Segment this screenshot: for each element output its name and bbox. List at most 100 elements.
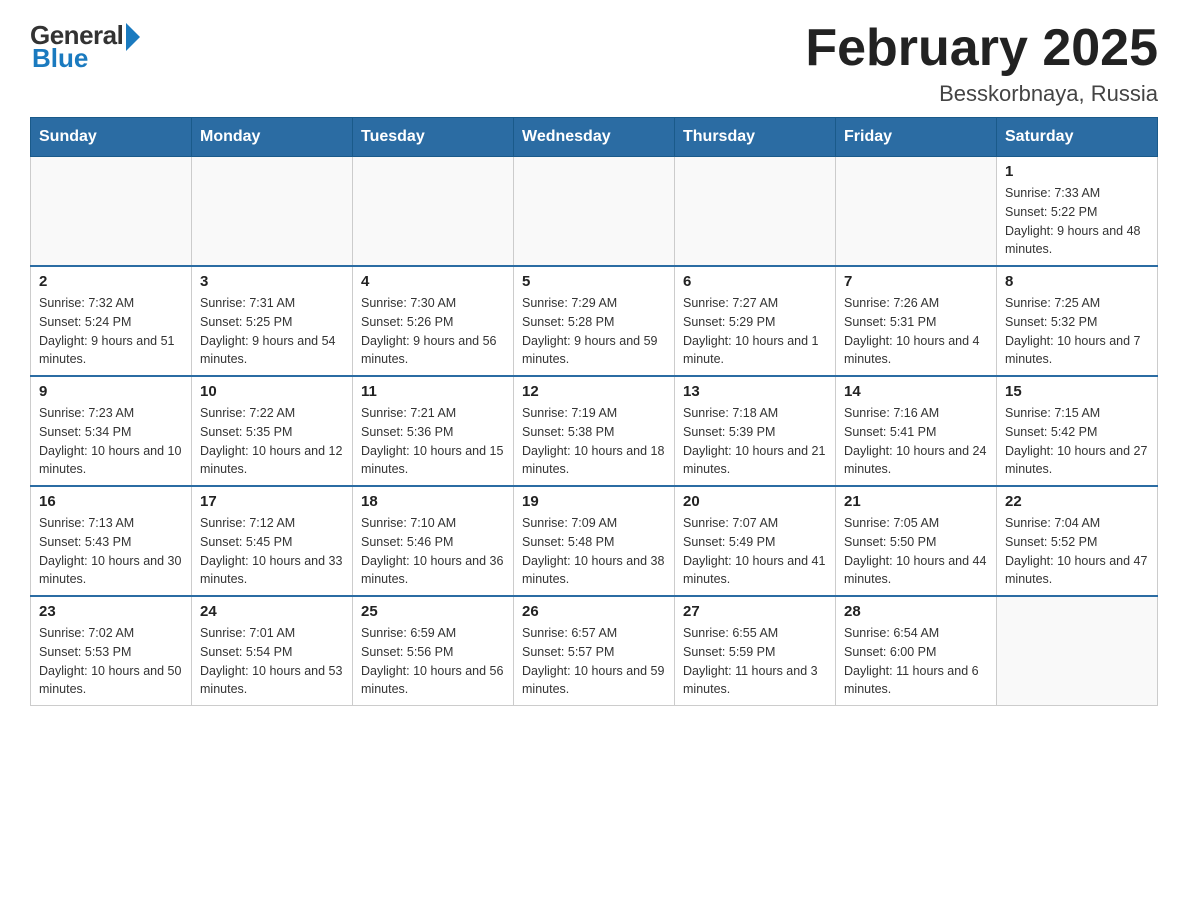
calendar-cell: 6Sunrise: 7:27 AMSunset: 5:29 PMDaylight… [675, 266, 836, 376]
calendar-cell [514, 157, 675, 267]
day-info: Sunrise: 7:10 AMSunset: 5:46 PMDaylight:… [361, 514, 505, 589]
day-info: Sunrise: 7:15 AMSunset: 5:42 PMDaylight:… [1005, 404, 1149, 479]
calendar-cell: 3 Sunrise: 7:31 AMSunset: 5:25 PMDaylight… [192, 266, 353, 376]
weekday-header-monday: Monday [192, 118, 353, 157]
calendar-cell: 28Sunrise: 6:54 AMSunset: 6:00 PMDayligh… [836, 596, 997, 706]
weekday-header-tuesday: Tuesday [353, 118, 514, 157]
calendar-cell: 18 Sunrise: 7:10 AMSunset: 5:46 PMDayligh… [353, 486, 514, 596]
day-info: Sunrise: 6:59 AMSunset: 5:56 PMDaylight:… [361, 624, 505, 699]
day-number: 10 [200, 383, 344, 400]
calendar-cell [31, 157, 192, 267]
day-info: Sunrise: 7:26 AMSunset: 5:31 PMDaylight:… [844, 294, 988, 369]
day-info: Sunrise: 7:33 AMSunset: 5:22 PMDaylight:… [1005, 184, 1149, 259]
day-number: 19 [522, 493, 666, 510]
day-number: 24 [200, 603, 344, 620]
title-block: February 2025 Besskorbnaya, Russia [805, 20, 1158, 107]
calendar-cell: 23 Sunrise: 7:02 AMSunset: 5:53 PMDayligh… [31, 596, 192, 706]
calendar-cell: 14 Sunrise: 7:16 AMSunset: 5:41 PMDayligh… [836, 376, 997, 486]
day-info: Sunrise: 7:04 AMSunset: 5:52 PMDaylight:… [1005, 514, 1149, 589]
day-number: 11 [361, 383, 505, 400]
day-info: Sunrise: 6:57 AMSunset: 5:57 PMDaylight:… [522, 624, 666, 699]
calendar-cell: 11 Sunrise: 7:21 AMSunset: 5:36 PMDayligh… [353, 376, 514, 486]
day-number: 27 [683, 603, 827, 620]
calendar-cell: 21 Sunrise: 7:05 AMSunset: 5:50 PMDayligh… [836, 486, 997, 596]
day-info: Sunrise: 6:54 AMSunset: 6:00 PMDaylight:… [844, 624, 988, 699]
day-number: 13 [683, 383, 827, 400]
day-info: Sunrise: 7:30 AMSunset: 5:26 PMDaylight:… [361, 294, 505, 369]
calendar-cell [997, 596, 1158, 706]
logo-arrow-icon [126, 23, 140, 51]
day-info: Sunrise: 7:05 AMSunset: 5:50 PMDaylight:… [844, 514, 988, 589]
weekday-header-wednesday: Wednesday [514, 118, 675, 157]
day-info: Sunrise: 7:07 AMSunset: 5:49 PMDaylight:… [683, 514, 827, 589]
calendar-week-row: 1 Sunrise: 7:33 AMSunset: 5:22 PMDaylight… [31, 157, 1158, 267]
calendar-header-row: SundayMondayTuesdayWednesdayThursdayFrid… [31, 118, 1158, 157]
location-text: Besskorbnaya, Russia [805, 81, 1158, 107]
day-info: Sunrise: 7:22 AMSunset: 5:35 PMDaylight:… [200, 404, 344, 479]
calendar-cell [675, 157, 836, 267]
day-number: 25 [361, 603, 505, 620]
day-number: 2 [39, 273, 183, 290]
day-number: 26 [522, 603, 666, 620]
calendar-cell [836, 157, 997, 267]
calendar-cell: 15 Sunrise: 7:15 AMSunset: 5:42 PMDayligh… [997, 376, 1158, 486]
day-info: Sunrise: 7:09 AMSunset: 5:48 PMDaylight:… [522, 514, 666, 589]
calendar-cell: 1 Sunrise: 7:33 AMSunset: 5:22 PMDaylight… [997, 157, 1158, 267]
month-title: February 2025 [805, 20, 1158, 77]
calendar-cell: 5Sunrise: 7:29 AMSunset: 5:28 PMDaylight… [514, 266, 675, 376]
day-info: Sunrise: 7:23 AMSunset: 5:34 PMDaylight:… [39, 404, 183, 479]
calendar-cell: 26 Sunrise: 6:57 AMSunset: 5:57 PMDayligh… [514, 596, 675, 706]
day-number: 16 [39, 493, 183, 510]
day-info: Sunrise: 7:32 AMSunset: 5:24 PMDaylight:… [39, 294, 183, 369]
day-info: Sunrise: 7:21 AMSunset: 5:36 PMDaylight:… [361, 404, 505, 479]
day-number: 22 [1005, 493, 1149, 510]
calendar-cell: 8Sunrise: 7:25 AMSunset: 5:32 PMDaylight… [997, 266, 1158, 376]
day-info: Sunrise: 7:01 AMSunset: 5:54 PMDaylight:… [200, 624, 344, 699]
day-info: Sunrise: 7:16 AMSunset: 5:41 PMDaylight:… [844, 404, 988, 479]
day-number: 4 [361, 273, 505, 290]
day-info: Sunrise: 7:18 AMSunset: 5:39 PMDaylight:… [683, 404, 827, 479]
weekday-header-sunday: Sunday [31, 118, 192, 157]
day-number: 7 [844, 273, 988, 290]
day-number: 15 [1005, 383, 1149, 400]
calendar-week-row: 9 Sunrise: 7:23 AMSunset: 5:34 PMDaylight… [31, 376, 1158, 486]
day-info: Sunrise: 7:29 AMSunset: 5:28 PMDaylight:… [522, 294, 666, 369]
calendar-cell [192, 157, 353, 267]
day-number: 23 [39, 603, 183, 620]
day-number: 9 [39, 383, 183, 400]
day-number: 1 [1005, 163, 1149, 180]
calendar-cell: 12Sunrise: 7:19 AMSunset: 5:38 PMDayligh… [514, 376, 675, 486]
weekday-header-friday: Friday [836, 118, 997, 157]
calendar-cell: 25 Sunrise: 6:59 AMSunset: 5:56 PMDayligh… [353, 596, 514, 706]
day-info: Sunrise: 7:31 AMSunset: 5:25 PMDaylight:… [200, 294, 344, 369]
day-info: Sunrise: 6:55 AMSunset: 5:59 PMDaylight:… [683, 624, 827, 699]
calendar-cell: 7 Sunrise: 7:26 AMSunset: 5:31 PMDaylight… [836, 266, 997, 376]
logo: General Blue [30, 20, 140, 74]
day-number: 20 [683, 493, 827, 510]
calendar-cell: 9 Sunrise: 7:23 AMSunset: 5:34 PMDaylight… [31, 376, 192, 486]
logo-blue-text: Blue [32, 43, 88, 74]
weekday-header-thursday: Thursday [675, 118, 836, 157]
calendar-cell: 17 Sunrise: 7:12 AMSunset: 5:45 PMDayligh… [192, 486, 353, 596]
calendar-cell: 22 Sunrise: 7:04 AMSunset: 5:52 PMDayligh… [997, 486, 1158, 596]
calendar-cell: 2 Sunrise: 7:32 AMSunset: 5:24 PMDaylight… [31, 266, 192, 376]
calendar-cell: 16Sunrise: 7:13 AMSunset: 5:43 PMDayligh… [31, 486, 192, 596]
day-number: 6 [683, 273, 827, 290]
day-number: 8 [1005, 273, 1149, 290]
day-info: Sunrise: 7:19 AMSunset: 5:38 PMDaylight:… [522, 404, 666, 479]
calendar-cell: 4 Sunrise: 7:30 AMSunset: 5:26 PMDaylight… [353, 266, 514, 376]
calendar-week-row: 23 Sunrise: 7:02 AMSunset: 5:53 PMDayligh… [31, 596, 1158, 706]
day-number: 17 [200, 493, 344, 510]
day-number: 3 [200, 273, 344, 290]
calendar-cell: 20 Sunrise: 7:07 AMSunset: 5:49 PMDayligh… [675, 486, 836, 596]
calendar-week-row: 2 Sunrise: 7:32 AMSunset: 5:24 PMDaylight… [31, 266, 1158, 376]
calendar-table: SundayMondayTuesdayWednesdayThursdayFrid… [30, 117, 1158, 706]
day-number: 21 [844, 493, 988, 510]
day-number: 14 [844, 383, 988, 400]
calendar-cell: 19 Sunrise: 7:09 AMSunset: 5:48 PMDayligh… [514, 486, 675, 596]
day-number: 18 [361, 493, 505, 510]
day-info: Sunrise: 7:12 AMSunset: 5:45 PMDaylight:… [200, 514, 344, 589]
weekday-header-saturday: Saturday [997, 118, 1158, 157]
day-info: Sunrise: 7:02 AMSunset: 5:53 PMDaylight:… [39, 624, 183, 699]
calendar-cell: 13 Sunrise: 7:18 AMSunset: 5:39 PMDayligh… [675, 376, 836, 486]
